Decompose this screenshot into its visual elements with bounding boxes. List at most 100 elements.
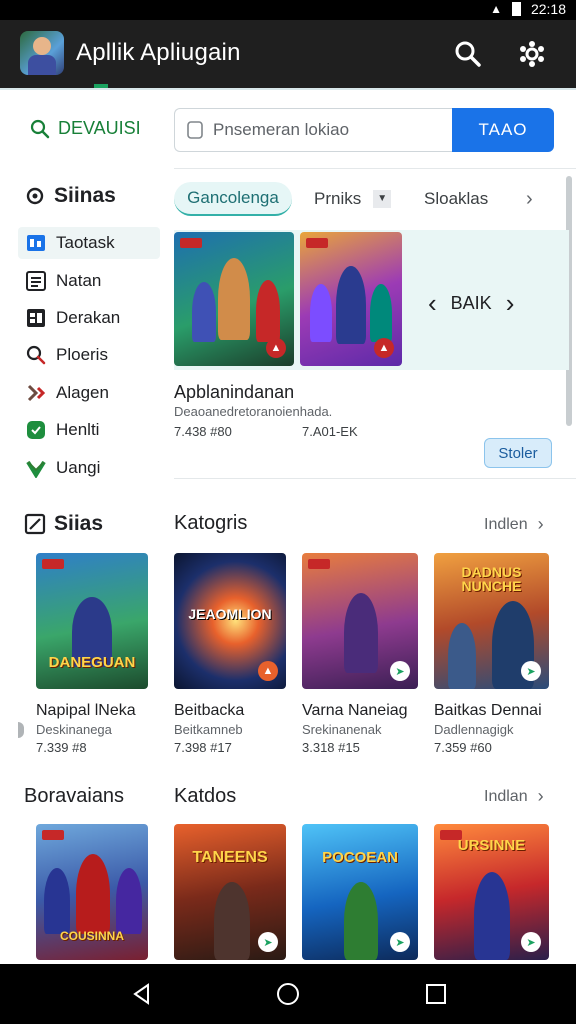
back-icon[interactable] [130, 982, 154, 1006]
search-field-icon [187, 121, 203, 139]
game-cover[interactable]: URSINNE ➤ [434, 824, 549, 960]
recents-icon[interactable] [424, 982, 448, 1006]
cover-title: JEAOMLION [188, 606, 272, 622]
game-name: Baitkas Dennai [434, 702, 542, 719]
game-meta: 7.339 #8 [36, 740, 87, 755]
sidebar-heading-label: Siinas [54, 184, 116, 207]
sidebar-item-label: Ploeris [56, 345, 108, 364]
tab-gancolenga[interactable]: Gancolenga [174, 182, 292, 216]
game-meta: 7.398 #17 [174, 740, 232, 755]
edge-handle[interactable] [18, 722, 24, 738]
game-cover[interactable]: DADNUS NUNCHE ➤ [434, 553, 549, 689]
game-meta: 7.359 #60 [434, 740, 492, 755]
game-name: Beitbacka [174, 702, 245, 719]
sidebar-item-ploeris[interactable]: Ploeris [18, 339, 160, 371]
game-meta: 3.318 #15 [302, 740, 360, 755]
sidebar-item-label: Alagen [56, 383, 109, 402]
search-input[interactable]: Pnsemeran lokiao [174, 108, 454, 152]
shield-icon [26, 420, 46, 440]
see-more-label: Indlen [484, 515, 528, 533]
game-name: Napipal lNeka [36, 702, 136, 719]
status-bar: ▲ 22:18 [0, 0, 576, 20]
tab-label: Prniks [314, 189, 362, 208]
featured-meta-2: 7.A01-EK [302, 424, 358, 439]
magnify-icon [26, 345, 46, 365]
chevron-right-icon[interactable]: › [506, 288, 515, 319]
sidebar-item-label: Derakan [56, 308, 121, 327]
game-developer: Deskinanega [36, 722, 112, 737]
game-cover[interactable]: ➤ [302, 553, 418, 689]
gear-icon [26, 187, 44, 205]
game-cover[interactable]: COUSINNA [36, 824, 148, 960]
tab-prniks[interactable]: Prniks ▼ [314, 182, 392, 216]
sidebar-item-alagen[interactable]: Alagen [18, 377, 160, 409]
sidebar-item-label: Henlti [56, 420, 100, 439]
see-more-link[interactable]: Indlan › [484, 786, 544, 807]
check-icon [26, 458, 46, 478]
section-divider [174, 478, 576, 479]
sidebar-item-derakan[interactable]: Derakan [18, 302, 160, 334]
game-developer: Srekinanenak [302, 722, 382, 737]
sidebar-search-label: DEVAUISI [58, 118, 141, 138]
cover-title: POCOEAN [322, 849, 398, 866]
chevron-right-icon[interactable]: › [526, 182, 533, 216]
game-cover[interactable]: DANEGUAN [36, 553, 148, 689]
sidebar-item-taotask[interactable]: Taotask [18, 227, 160, 259]
share-icon [26, 383, 46, 403]
sidebar-heading-bottom: Siias [24, 512, 103, 536]
see-more-label: Indlan [484, 787, 528, 805]
featured-subtitle: Deaoanedretoranoienhada. [174, 404, 333, 419]
cover-title: COUSINNA [59, 929, 124, 943]
game-cover[interactable]: JEAOMLION ▲ [174, 553, 286, 689]
game-cover[interactable]: POCOEAN ➤ [302, 824, 418, 960]
see-more-link[interactable]: Indlen › [484, 514, 544, 535]
board-icon [26, 308, 46, 328]
chevron-left-icon[interactable]: ‹ [428, 288, 437, 319]
sidebar-heading: Siinas [24, 184, 116, 208]
search-button[interactable]: TAAO [452, 108, 554, 152]
featured-meta-1: 7.438 #80 [174, 424, 232, 439]
search-divider [174, 168, 576, 169]
app-title: Apllik Apliugain [76, 39, 241, 66]
featured-nav-label: BAIK [450, 293, 492, 313]
store-button[interactable]: Stoler [484, 438, 552, 468]
game-developer: Beitkamneb [174, 722, 243, 737]
chevron-right-icon: › [537, 514, 544, 534]
sidebar-item-label: Natan [56, 271, 102, 290]
header-divider [0, 88, 576, 90]
featured-cover-1[interactable]: ▲ [174, 232, 294, 366]
status-time: 22:18 [530, 1, 566, 17]
sidebar-item-label: Taotask [56, 233, 115, 252]
cover-title: DADNUS NUNCHE [461, 564, 522, 594]
cover-title: TANEENS [192, 849, 268, 866]
section-title: Katogris [174, 512, 248, 534]
list-icon [26, 271, 46, 291]
app-bar: Apllik Apliugain [0, 20, 576, 88]
battery-icon [511, 2, 521, 16]
sidebar-item-uangi[interactable]: Uangi [18, 452, 160, 484]
sidebar-item-label: Uangi [56, 458, 101, 477]
sidebar-item-henlti[interactable]: Henlti [18, 414, 160, 446]
app-logo [20, 31, 64, 75]
chevron-right-icon: › [537, 786, 544, 806]
section-left-title: Boravaians [24, 785, 125, 807]
search-placeholder: Pnsemeran lokiao [213, 120, 350, 139]
game-cover[interactable]: TANEENS ➤ [174, 824, 286, 960]
search-icon[interactable] [454, 40, 482, 68]
dropdown-icon: ▼ [373, 190, 392, 208]
grid-icon [26, 233, 46, 253]
tab-sloaklas[interactable]: Sloaklas [424, 182, 488, 216]
settings-icon[interactable] [518, 40, 546, 68]
featured-cover-2[interactable]: ▲ [300, 232, 402, 366]
game-name: Varna Naneiag [302, 702, 408, 719]
category-tabs: Gancolenga Prniks ▼ Sloaklas › [174, 182, 574, 218]
sidebar-item-natan[interactable]: Natan [18, 265, 160, 297]
signal-icon: ▲ [490, 2, 502, 16]
cover-title: DANEGUAN [48, 654, 136, 671]
featured-title: Apblanindanan [174, 382, 295, 402]
home-icon[interactable] [276, 982, 300, 1006]
sidebar-search[interactable]: DEVAUISI [30, 118, 141, 139]
sidebar-heading-label: Siias [54, 512, 104, 535]
game-developer: Dadlennagigk [434, 722, 514, 737]
cover-title: URSINNE [457, 837, 526, 854]
